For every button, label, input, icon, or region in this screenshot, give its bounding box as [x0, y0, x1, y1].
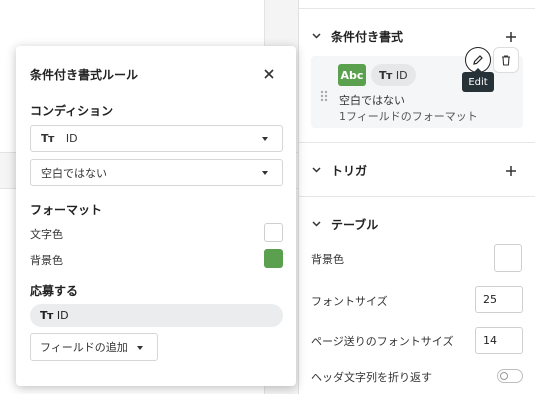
caret-down-icon — [137, 346, 143, 350]
caret-down-icon — [262, 137, 268, 141]
trash-icon — [502, 54, 510, 66]
field-select[interactable]: Tт ID — [30, 125, 283, 152]
close-icon[interactable] — [262, 66, 276, 80]
add-rule-plus-icon[interactable] — [504, 29, 518, 43]
pencil-icon — [473, 55, 483, 65]
edit-tooltip: Edit — [462, 68, 494, 92]
wrap-header-label: ヘッダ文字列を折り返す — [311, 371, 432, 384]
conditional-rule-dialog: 条件付き書式ルール コンディション Tт ID 空白ではない フォーマット 文字… — [16, 46, 296, 386]
rule-condition-text: 空白ではない — [339, 94, 405, 107]
apply-field-chip-label: ID — [56, 309, 69, 322]
wrap-header-toggle[interactable] — [497, 369, 523, 383]
condition-heading: コンディション — [30, 104, 114, 118]
panel-divider — [299, 196, 535, 197]
format-preview-badge: Abc — [338, 64, 366, 86]
panel-divider — [299, 8, 535, 9]
section-table-header[interactable]: テーブル — [299, 209, 535, 239]
section-trigger-header[interactable]: トリガ — [299, 155, 535, 185]
conditional-rule-card[interactable]: Abc Tт ID 空白ではない 1フィールドのフォーマット — [311, 56, 523, 128]
rule-summary-text: 1フィールドのフォーマット — [339, 110, 478, 123]
text-color-swatch[interactable] — [264, 223, 283, 242]
caret-down-icon — [262, 171, 268, 175]
paging-font-size-label: ページ送りのフォントサイズ — [311, 335, 454, 348]
panel-divider — [299, 142, 535, 143]
section-title: トリガ — [331, 163, 368, 178]
add-trigger-plus-icon[interactable] — [504, 163, 518, 177]
field-chip: Tт ID — [371, 64, 416, 86]
toggle-knob — [500, 372, 508, 380]
field-chip-label: ID — [395, 68, 408, 82]
section-title: テーブル — [331, 217, 379, 232]
table-bg-color-label: 背景色 — [311, 253, 344, 266]
table-bg-color-swatch[interactable] — [494, 244, 522, 272]
field-select-value: ID — [65, 132, 78, 145]
bg-color-label: 背景色 — [30, 254, 63, 267]
text-type-icon: Tт — [41, 132, 54, 145]
add-field-button-label: フィールドの追加 — [40, 341, 128, 354]
font-size-label: フォントサイズ — [311, 295, 388, 308]
apply-field-chip[interactable]: Tт ID — [30, 304, 283, 327]
chevron-down-icon[interactable] — [309, 217, 323, 231]
font-size-input[interactable]: 25 — [475, 286, 523, 313]
dialog-title: 条件付き書式ルール — [30, 68, 139, 82]
text-type-icon: Tт — [379, 68, 392, 82]
text-color-label: 文字色 — [30, 228, 63, 241]
bg-color-swatch[interactable] — [264, 249, 283, 268]
text-type-icon: Tт — [40, 309, 53, 322]
properties-panel: 条件付き書式 Abc Tт ID 空白ではない 1フィールドのフォーマット Ed… — [298, 0, 535, 394]
format-heading: フォーマット — [30, 203, 103, 217]
add-field-button[interactable]: フィールドの追加 — [30, 333, 158, 361]
section-title: 条件付き書式 — [331, 29, 404, 44]
paging-font-size-input[interactable]: 14 — [475, 327, 523, 354]
operator-select[interactable]: 空白ではない — [30, 159, 283, 186]
drag-handle-icon[interactable] — [319, 88, 329, 102]
apply-heading: 応募する — [30, 284, 79, 298]
operator-select-value: 空白ではない — [41, 166, 107, 180]
chevron-down-icon[interactable] — [309, 29, 323, 43]
chevron-down-icon[interactable] — [309, 163, 323, 177]
delete-rule-button[interactable] — [493, 47, 519, 73]
